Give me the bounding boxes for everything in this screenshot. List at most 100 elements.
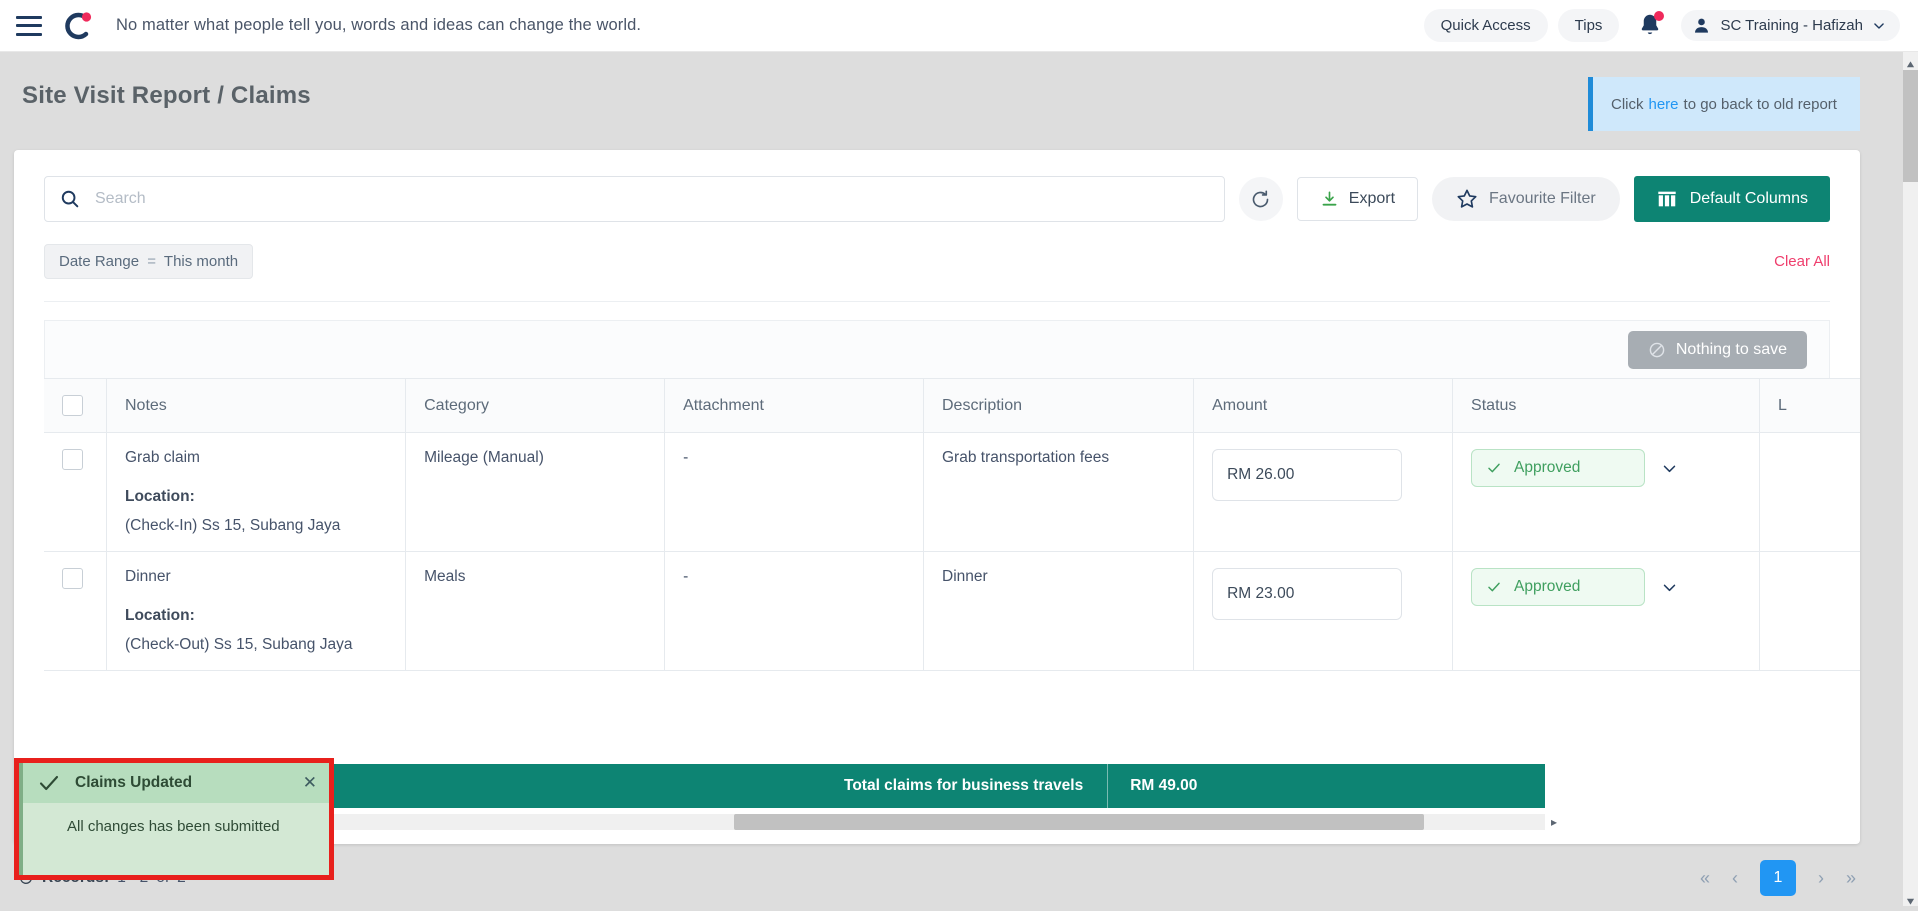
status-badge[interactable]: Approved xyxy=(1471,568,1646,606)
star-icon xyxy=(1457,189,1477,208)
cell-description: Dinner xyxy=(923,551,1195,671)
check-icon xyxy=(1488,463,1500,473)
table-row: Grab claim Location: (Check-In) Ss 15, S… xyxy=(44,432,1860,552)
horizontal-scrollbar-thumb[interactable] xyxy=(734,814,1424,830)
column-header-category[interactable]: Category xyxy=(405,378,666,433)
claims-table: Notes Category Attachment Description Am… xyxy=(44,378,1860,671)
row-checkbox[interactable] xyxy=(62,449,83,470)
active-filters-row: Date Range = This month Clear All xyxy=(44,244,1830,302)
page-header-strip: Site Visit Report / Claims Click here to… xyxy=(0,52,1918,146)
location-label: Location: xyxy=(125,607,195,624)
chip-field: Date Range xyxy=(59,253,140,270)
cell-description: Grab transportation fees xyxy=(923,432,1195,552)
status-badge[interactable]: Approved xyxy=(1471,449,1646,487)
brand-logo-icon[interactable] xyxy=(60,9,94,43)
quick-access-button[interactable]: Quick Access xyxy=(1423,9,1548,42)
location-value: (Check-Out) Ss 15, Subang Jaya xyxy=(125,636,353,653)
total-value: RM 49.00 xyxy=(1107,764,1197,808)
column-header-truncated[interactable]: L xyxy=(1759,378,1860,433)
pagination-first-button[interactable]: « xyxy=(1700,868,1710,889)
status-chevron-down-icon[interactable] xyxy=(1661,460,1678,477)
cell-category: Meals xyxy=(405,551,666,671)
notes-text: Dinner xyxy=(125,568,171,585)
notification-badge xyxy=(1654,10,1665,21)
cell-status: Approved xyxy=(1452,432,1760,552)
column-header-status[interactable]: Status xyxy=(1452,378,1760,433)
toast-notification: Claims Updated ✕ All changes has been su… xyxy=(19,763,329,875)
search-icon xyxy=(61,190,79,208)
cell-truncated xyxy=(1759,551,1860,671)
header-quote: No matter what people tell you, words an… xyxy=(116,16,642,34)
user-avatar-icon xyxy=(1695,18,1709,33)
vertical-scrollbar-thumb[interactable] xyxy=(1903,70,1918,182)
cell-attachment: - xyxy=(664,432,924,552)
row-select-cell xyxy=(44,551,107,671)
cell-amount: RM 26.00 xyxy=(1193,432,1454,552)
hamburger-menu-icon[interactable] xyxy=(16,15,42,36)
favourite-filter-label: Favourite Filter xyxy=(1489,190,1596,207)
cell-notes: Grab claim Location: (Check-In) Ss 15, S… xyxy=(106,432,407,552)
column-header-attachment[interactable]: Attachment xyxy=(664,378,924,433)
check-icon xyxy=(1488,582,1500,592)
clear-all-filters-button[interactable]: Clear All xyxy=(1774,253,1830,270)
notes-text: Grab claim xyxy=(125,449,200,466)
main-content-card: Export Favourite Filter Default Columns … xyxy=(14,150,1860,844)
claims-table-wrapper: Notes Category Attachment Description Am… xyxy=(44,378,1860,671)
pagination-prev-button[interactable]: ‹ xyxy=(1732,868,1738,889)
page-title: Site Visit Report / Claims xyxy=(22,82,311,109)
amount-input[interactable]: RM 26.00 xyxy=(1212,449,1403,501)
chip-operator: = xyxy=(147,253,156,270)
download-icon xyxy=(1322,191,1337,206)
refresh-button[interactable] xyxy=(1238,177,1283,221)
favourite-filter-button[interactable]: Favourite Filter xyxy=(1432,177,1620,221)
search-box[interactable] xyxy=(44,176,1225,222)
notifications-button[interactable] xyxy=(1635,10,1665,41)
cell-truncated xyxy=(1759,432,1860,552)
account-menu[interactable]: SC Training - Hafizah xyxy=(1681,10,1900,41)
nothing-to-save-button: Nothing to save xyxy=(1627,330,1807,369)
column-header-notes[interactable]: Notes xyxy=(106,378,407,433)
location-label: Location: xyxy=(125,488,195,505)
cell-status: Approved xyxy=(1452,551,1760,671)
search-input[interactable] xyxy=(93,189,1210,209)
table-row: Dinner Location: (Check-Out) Ss 15, Suba… xyxy=(44,551,1860,671)
toast-close-icon[interactable]: ✕ xyxy=(303,773,317,793)
cell-attachment: - xyxy=(664,551,924,671)
column-header-description[interactable]: Description xyxy=(923,378,1195,433)
save-label: Nothing to save xyxy=(1675,340,1787,358)
pagination-next-button[interactable]: › xyxy=(1818,868,1824,889)
toast-header: Claims Updated ✕ xyxy=(23,763,329,803)
scroll-down-arrow-icon[interactable] xyxy=(1906,893,1915,905)
export-button[interactable]: Export xyxy=(1296,177,1419,221)
pagination: « ‹ 1 › » xyxy=(1700,860,1856,896)
select-all-checkbox[interactable] xyxy=(62,395,83,416)
status-chevron-down-icon[interactable] xyxy=(1661,579,1678,596)
pagination-last-button[interactable]: » xyxy=(1846,868,1856,889)
vertical-scrollbar[interactable] xyxy=(1903,52,1918,906)
scroll-up-arrow-icon[interactable] xyxy=(1906,56,1915,68)
old-report-link[interactable]: here xyxy=(1649,96,1679,113)
toast-title: Claims Updated xyxy=(75,774,193,791)
pagination-page-1[interactable]: 1 xyxy=(1759,860,1796,896)
column-header-amount[interactable]: Amount xyxy=(1193,378,1454,433)
default-columns-button[interactable]: Default Columns xyxy=(1633,176,1830,222)
toast-highlight-annotation: Claims Updated ✕ All changes has been su… xyxy=(14,758,334,880)
chip-value: This month xyxy=(163,253,239,270)
save-action-bar: Nothing to save xyxy=(44,320,1830,378)
scroll-right-arrow-icon[interactable]: ▸ xyxy=(1551,815,1557,829)
filter-chip-date-range[interactable]: Date Range = This month xyxy=(44,244,254,279)
select-all-header xyxy=(44,378,107,433)
row-checkbox[interactable] xyxy=(62,568,83,589)
banner-prefix: Click xyxy=(1611,95,1644,113)
cell-amount: RM 23.00 xyxy=(1193,551,1454,671)
default-columns-label: Default Columns xyxy=(1689,190,1808,207)
table-header-row: Notes Category Attachment Description Am… xyxy=(44,378,1860,433)
columns-icon xyxy=(1658,191,1676,207)
cell-notes: Dinner Location: (Check-Out) Ss 15, Suba… xyxy=(106,551,407,671)
account-name: SC Training - Hafizah xyxy=(1720,17,1863,34)
tips-button[interactable]: Tips xyxy=(1557,9,1620,42)
amount-input[interactable]: RM 23.00 xyxy=(1212,568,1403,620)
topbar-actions: Quick Access Tips SC Training - Hafizah xyxy=(1423,9,1900,42)
table-toolbar: Export Favourite Filter Default Columns xyxy=(14,150,1860,222)
location-value: (Check-In) Ss 15, Subang Jaya xyxy=(125,517,341,534)
